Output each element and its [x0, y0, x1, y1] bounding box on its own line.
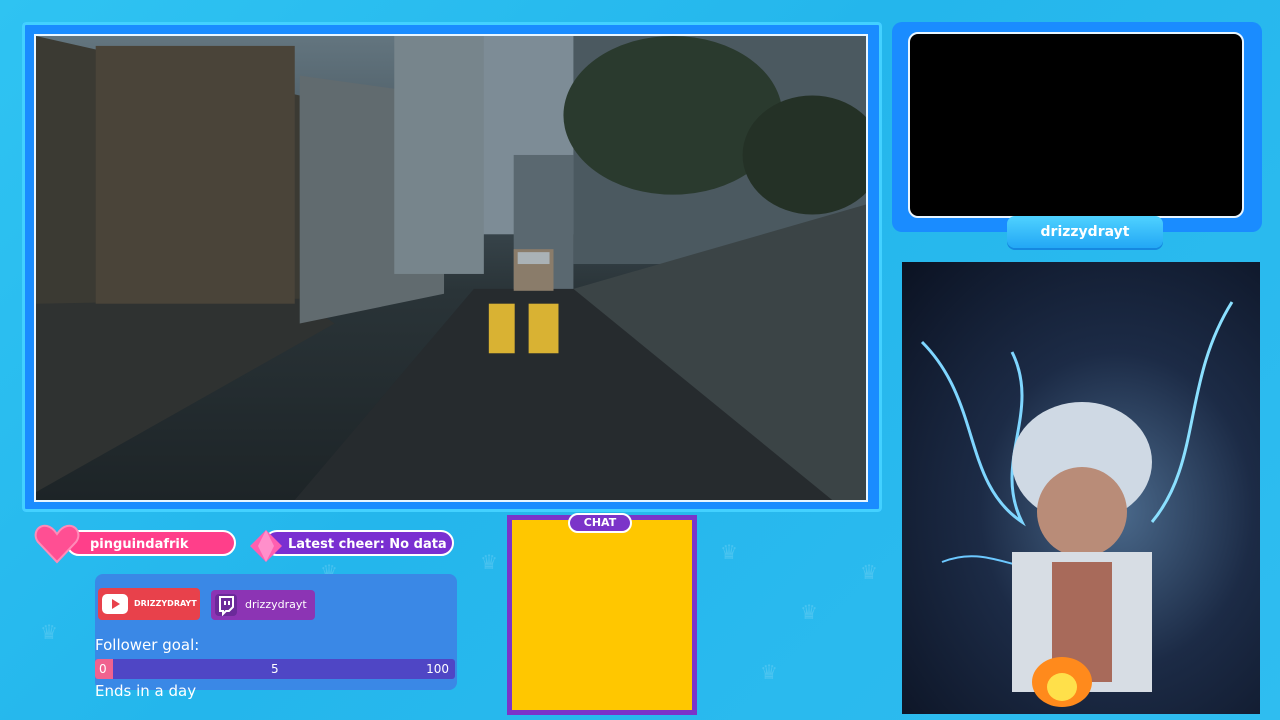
anime-artwork — [902, 262, 1260, 714]
goal-progress-bar: 0 5 100 — [95, 659, 455, 679]
chat-box — [507, 515, 697, 715]
twitch-icon — [215, 594, 237, 616]
crown-icon: ♛ — [480, 550, 498, 574]
crown-icon: ♛ — [860, 560, 878, 584]
goal-label: Follower goal: — [95, 636, 200, 654]
chat-title: CHAT — [568, 513, 632, 533]
latest-cheer-text: Latest cheer: No data — [288, 537, 447, 552]
latest-cheer-pill: Latest cheer: No data — [264, 530, 454, 556]
crown-icon: ♛ — [40, 620, 58, 644]
heart-icon — [34, 524, 80, 564]
goal-current: 0 — [99, 662, 107, 676]
latest-follower-pill: pinguindafrik — [66, 530, 236, 556]
crown-icon: ♛ — [760, 660, 778, 684]
webcam-frame — [892, 22, 1262, 232]
crown-icon: ♛ — [800, 600, 818, 624]
webcam-username-label: drizzydrayt — [1007, 216, 1163, 248]
crown-icon: ♛ — [720, 540, 738, 564]
goal-target: 100 — [426, 662, 449, 676]
youtube-icon — [102, 594, 128, 614]
goal-ends-text: Ends in a day — [95, 682, 197, 700]
twitch-badge[interactable]: drizzydrayt — [211, 590, 315, 620]
youtube-badge[interactable]: DRIZZYDRAYT — [98, 588, 200, 620]
game-capture — [34, 34, 868, 502]
goal-midpoint: 5 — [271, 662, 279, 676]
youtube-handle: DRIZZYDRAYT — [134, 599, 197, 608]
diamond-icon — [250, 530, 282, 562]
latest-follower-name: pinguindafrik — [90, 537, 189, 552]
street-scene-image — [36, 36, 866, 500]
game-capture-frame — [22, 22, 882, 512]
webcam-view — [908, 32, 1244, 218]
twitch-handle: drizzydrayt — [245, 598, 307, 611]
